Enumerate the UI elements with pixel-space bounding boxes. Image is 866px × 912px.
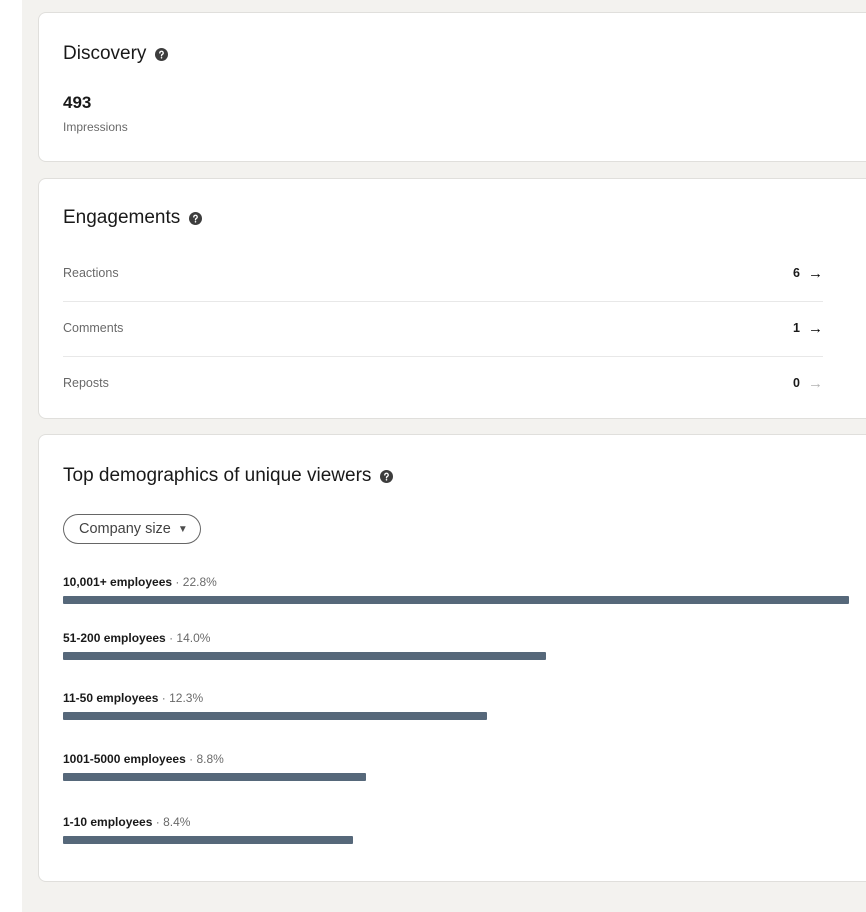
demographic-percent: 8.4% [163,815,191,829]
engagements-title: Engagements [63,207,181,228]
demographic-name: 1-10 employees [63,815,153,829]
engagement-row-value: 1 [793,321,800,335]
demographic-label: 51-200 employees · 14.0% [63,631,853,645]
demographic-row: 51-200 employees · 14.0% [63,631,853,660]
demographic-name: 11-50 employees [63,691,159,705]
demographic-percent: 22.8% [182,575,217,589]
demographic-label: 11-50 employees · 12.3% [63,691,853,705]
engagement-row-reactions[interactable]: Reactions 6 → [63,245,823,301]
demographic-bar [63,836,353,844]
demographic-separator: · [155,815,160,829]
demographic-name: 10,001+ employees [63,575,173,589]
caret-down-icon: ▼ [177,523,188,535]
engagement-row-label: Reactions [63,266,119,280]
engagement-row-comments[interactable]: Comments 1 → [63,300,823,356]
arrow-right-icon[interactable]: → [808,266,823,281]
engagements-title-row: Engagements [63,207,203,229]
demographic-separator: · [169,631,174,645]
demographic-name: 1001-5000 employees [63,752,186,766]
discovery-title: Discovery [63,43,147,64]
demographic-separator: · [175,575,180,589]
engagement-row-reposts[interactable]: Reposts 0 → [63,355,823,411]
demographic-label: 1001-5000 employees · 8.8% [63,752,853,766]
demographic-label: 1-10 employees · 8.4% [63,815,853,829]
demographic-row: 1001-5000 employees · 8.8% [63,752,853,781]
demographic-bar-track [63,712,849,720]
question-circle-icon[interactable] [189,211,203,225]
demographic-bar [63,596,849,604]
demographic-bar-track [63,596,849,604]
demographic-label: 10,001+ employees · 22.8% [63,575,853,589]
filter-label: Company size [79,521,171,537]
demographic-percent: 12.3% [169,691,204,705]
demographic-bar [63,773,367,781]
question-circle-icon[interactable] [380,469,394,483]
demographic-row: 1-10 employees · 8.4% [63,815,853,844]
engagement-row-label: Reposts [63,376,109,390]
discovery-title-row: Discovery [63,43,169,65]
analytics-panel: Discovery 493 Impressions Engagements Re… [22,0,866,912]
demographic-bar-track [63,773,849,781]
engagement-row-value: 0 [793,376,800,390]
demographic-name: 51-200 employees [63,631,166,645]
discovery-card: Discovery 493 Impressions [38,12,866,162]
demographic-bar [63,652,546,660]
engagement-row-label: Comments [63,321,124,335]
demographic-bar [63,712,488,720]
impressions-value: 493 [63,93,92,112]
engagements-card: Engagements Reactions 6 → Comments 1 → R… [38,178,866,419]
engagement-row-value: 6 [793,266,800,280]
demographic-bar-track [63,652,849,660]
demographic-row: 10,001+ employees · 22.8% [63,575,853,604]
demographics-title-row: Top demographics of unique viewers [63,465,394,487]
demographic-percent: 14.0% [176,631,211,645]
arrow-right-icon[interactable]: → [808,321,823,336]
company-size-filter-button[interactable]: Company size ▼ [63,514,201,544]
impressions-label: Impressions [63,120,128,134]
demographic-percent: 8.8% [196,752,224,766]
demographics-card: Top demographics of unique viewers Compa… [38,434,866,882]
arrow-right-icon[interactable]: → [808,376,823,391]
demographic-bar-track [63,836,849,844]
demographics-title: Top demographics of unique viewers [63,465,372,486]
demographic-separator: · [189,752,194,766]
question-circle-icon[interactable] [155,47,169,61]
demographic-separator: · [161,691,166,705]
demographic-row: 11-50 employees · 12.3% [63,691,853,720]
